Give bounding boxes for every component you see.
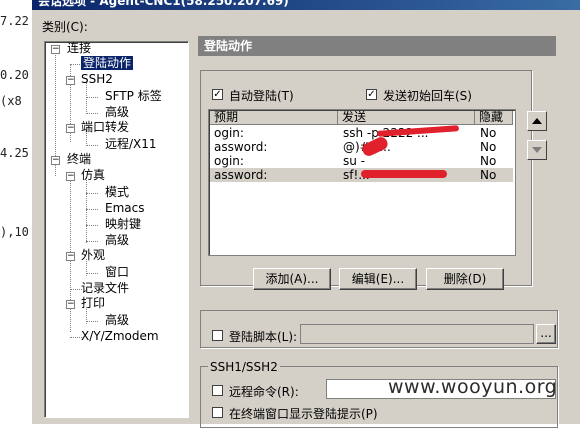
auto-login-checkbox[interactable]: ✓ — [212, 89, 223, 100]
cell-hide: No — [480, 140, 497, 154]
ssh-group-label: SSH1/SSH2 — [208, 360, 280, 374]
arrow-up-icon — [532, 118, 542, 124]
cell-expect: ogin: — [214, 126, 244, 140]
tree-item-remote-x11[interactable]: 远程/X11 — [105, 137, 157, 152]
tree-item-ssh2[interactable]: SSH2 — [81, 72, 113, 87]
cell-hide: No — [480, 168, 497, 182]
edit-button[interactable]: 编辑(E)... — [339, 268, 417, 290]
cell-send: su - — [343, 154, 366, 168]
redaction-mark — [361, 170, 447, 178]
tree-item-print[interactable]: 打印 — [81, 296, 105, 311]
tree-item-emacs[interactable]: Emacs — [105, 201, 144, 216]
window-title[interactable]: 会话选项 - Agent-CNC1(58.250.207.69) — [32, 0, 580, 10]
cell-expect: ogin: — [214, 154, 244, 168]
show-prompt-checkbox[interactable] — [212, 407, 223, 418]
tree-item-xyzmodem[interactable]: X/Y/Zmodem — [81, 329, 159, 344]
terminal-line: 0.20 — [0, 68, 29, 82]
auto-login-label: 自动登陆(T) — [229, 89, 294, 103]
collapse-icon[interactable]: − — [66, 172, 75, 181]
tree-item-appearance[interactable]: 外观 — [81, 248, 105, 263]
collapse-icon[interactable]: − — [66, 76, 75, 85]
cell-send: @)#sf... — [343, 140, 463, 154]
tree-item-emulation-advanced[interactable]: 高级 — [105, 233, 129, 248]
cell-expect: assword: — [214, 168, 268, 182]
tree-item-modes[interactable]: 模式 — [105, 185, 129, 200]
terminal-line: 4.25 — [0, 146, 29, 160]
column-header-send[interactable]: 发送 — [338, 111, 475, 125]
terminal-line: ),10 — [0, 225, 29, 239]
browse-button[interactable]: ... — [536, 324, 556, 344]
arrow-down-icon — [532, 147, 542, 153]
tree-item-emulation[interactable]: 仿真 — [81, 168, 105, 183]
tree-item-window[interactable]: 窗口 — [105, 265, 129, 280]
list-row[interactable]: ogin: ssh -p 2222 ... No — [210, 126, 513, 140]
show-prompt-label: 在终端窗口显示登陆提示(P) — [229, 407, 378, 421]
move-up-button[interactable] — [527, 111, 547, 131]
terminal-line: (x8 — [0, 94, 22, 108]
remote-command-label: 远程命令(R): — [229, 385, 299, 399]
panel-title: 登陆动作 — [198, 36, 556, 56]
collapse-icon[interactable]: − — [66, 124, 75, 133]
category-label: 类别(C): — [42, 20, 88, 34]
category-tree[interactable]: − 连接 登陆动作 − SSH2 SFTP 标签 高级 − 端口转发 远程/X1… — [44, 41, 189, 418]
tree-item-connection[interactable]: 连接 — [67, 41, 91, 56]
column-header-hide[interactable]: 隐藏 — [475, 111, 513, 125]
tree-item-port-forwarding[interactable]: 端口转发 — [81, 120, 129, 135]
collapse-icon[interactable]: − — [51, 45, 60, 54]
tree-item-ssh2-advanced[interactable]: 高级 — [105, 105, 129, 120]
session-options-dialog: 会话选项 - Agent-CNC1(58.250.207.69) 类别(C): … — [30, 0, 580, 428]
cell-expect: assword: — [214, 140, 268, 154]
collapse-icon[interactable]: − — [66, 252, 75, 261]
tree-item-log-file[interactable]: 记录文件 — [81, 281, 129, 296]
list-row[interactable]: ogin: su - No — [210, 154, 513, 168]
terminal-line: 7.22 — [0, 14, 29, 28]
tree-item-login-actions[interactable]: 登陆动作 — [81, 56, 134, 71]
send-cr-checkbox[interactable]: ✓ — [366, 89, 377, 100]
login-actions-list[interactable]: 预期 发送 隐藏 ogin: ssh -p 2222 ... No asswor… — [208, 109, 516, 256]
tree-item-sftp-tab[interactable]: SFTP 标签 — [105, 89, 162, 104]
login-script-checkbox[interactable] — [212, 330, 223, 341]
login-script-input[interactable] — [300, 324, 534, 344]
move-down-button[interactable] — [527, 140, 547, 160]
send-cr-label: 发送初始回车(S) — [383, 89, 472, 103]
remote-command-checkbox[interactable] — [212, 385, 223, 396]
cell-hide: No — [480, 154, 497, 168]
tree-item-mapped-keys[interactable]: 映射键 — [105, 217, 141, 232]
watermark-text: www.wooyun.org — [388, 376, 558, 398]
delete-button[interactable]: 删除(D) — [426, 268, 504, 290]
column-header-expect[interactable]: 预期 — [210, 111, 338, 125]
collapse-icon[interactable]: − — [66, 300, 75, 309]
add-button[interactable]: 添加(A)... — [253, 268, 331, 290]
tree-item-print-advanced[interactable]: 高级 — [105, 313, 129, 328]
tree-item-terminal[interactable]: 终端 — [67, 152, 91, 167]
collapse-icon[interactable]: − — [51, 156, 60, 165]
cell-hide: No — [480, 126, 497, 140]
login-script-label: 登陆脚本(L): — [229, 330, 298, 344]
